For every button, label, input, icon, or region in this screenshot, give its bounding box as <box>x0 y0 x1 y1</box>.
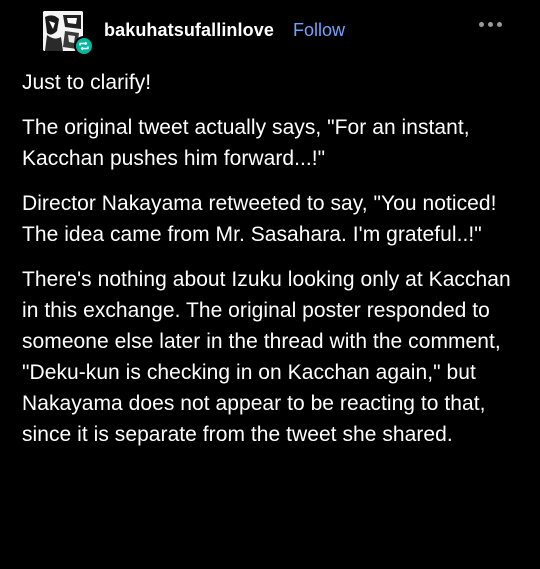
reblog-arrows-icon <box>79 41 89 51</box>
dot-icon <box>488 22 493 27</box>
post: bakuhatsufallinlove Follow Just to clari… <box>0 0 540 569</box>
paragraph-4: There's nothing about Izuku looking only… <box>22 268 511 446</box>
dot-icon <box>479 22 484 27</box>
post-header: bakuhatsufallinlove Follow <box>22 0 518 64</box>
paragraph-2: The original tweet actually says, "For a… <box>22 116 470 170</box>
paragraph-3: Director Nakayama retweeted to say, "You… <box>22 192 497 246</box>
follow-button[interactable]: Follow <box>293 20 345 41</box>
more-options-icon[interactable] <box>479 22 502 27</box>
post-body: Just to clarify! The original tweet actu… <box>22 67 518 450</box>
paragraph-1: Just to clarify! <box>22 71 152 94</box>
dot-icon <box>497 22 502 27</box>
username[interactable]: bakuhatsufallinlove <box>104 20 274 41</box>
reblog-badge-icon <box>74 36 94 56</box>
